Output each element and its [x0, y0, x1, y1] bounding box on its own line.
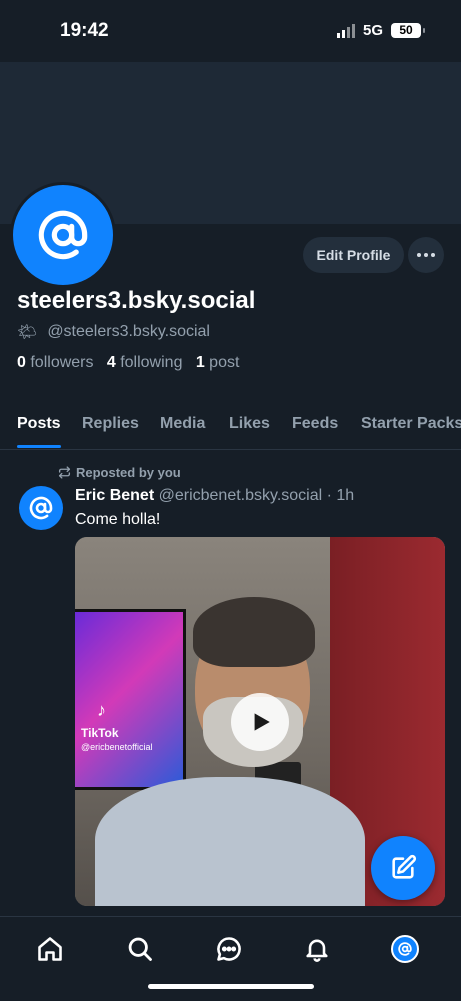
home-icon — [38, 937, 62, 961]
post-time[interactable]: 1h — [336, 487, 354, 504]
post-author-handle[interactable]: @ericbenet.bsky.social — [159, 487, 323, 504]
more-options-button[interactable] — [408, 237, 444, 273]
tiktok-brand: TikTok — [81, 726, 119, 740]
tiktok-logo-icon: ♪ — [97, 700, 106, 720]
ellipsis-icon — [417, 253, 421, 257]
nav-profile[interactable] — [387, 931, 423, 967]
posts-count-item: 1 post — [196, 354, 240, 371]
ellipsis-dot — [424, 253, 428, 257]
repost-icon — [58, 466, 71, 479]
active-tab-indicator — [17, 445, 61, 448]
edit-profile-button[interactable]: Edit Profile — [303, 237, 404, 273]
tab-replies[interactable]: Replies — [82, 415, 139, 433]
tab-likes[interactable]: Likes — [229, 415, 270, 433]
post-header: Eric Benet @ericbenet.bsky.social · 1h — [75, 487, 354, 505]
posts-label: post — [209, 354, 240, 371]
profile-handle: @steelers3.bsky.social — [47, 323, 210, 340]
profile-counts: 0 followers 4 following 1 post — [17, 354, 239, 372]
network-type: 5G — [362, 22, 383, 39]
followers-link[interactable]: 0 followers — [17, 354, 94, 371]
followers-label: followers — [30, 354, 94, 371]
tab-feeds[interactable]: Feeds — [292, 415, 338, 433]
video-person-body — [95, 777, 365, 906]
following-link[interactable]: 4 following — [107, 354, 183, 371]
home-indicator — [148, 984, 314, 989]
play-icon — [254, 713, 270, 731]
profile-tabs: Posts Replies Media Likes Feeds Starter … — [0, 400, 461, 450]
video-person-cap — [193, 597, 315, 667]
posts-count: 1 — [195, 354, 205, 371]
video-tv-screen: ♪ TikTok @ericbenetofficial — [75, 609, 186, 790]
repost-label: Reposted by you — [76, 465, 181, 480]
tab-posts[interactable]: Posts — [17, 415, 61, 433]
repost-indicator[interactable]: Reposted by you — [58, 465, 181, 480]
profile-avatar[interactable] — [10, 182, 116, 288]
bell-icon — [306, 939, 328, 962]
nav-chat[interactable] — [211, 931, 247, 967]
post-author-avatar[interactable] — [19, 486, 63, 530]
signal-icon — [336, 23, 355, 38]
tiktok-handle: @ericbenetofficial — [81, 742, 153, 752]
following-count: 4 — [106, 354, 116, 371]
at-sign-icon — [398, 942, 412, 956]
at-sign-icon — [38, 210, 88, 260]
nav-search[interactable] — [122, 931, 158, 967]
post-separator: · — [326, 487, 332, 504]
tab-starter-packs[interactable]: Starter Packs — [361, 415, 461, 433]
followers-count: 0 — [17, 354, 26, 371]
weather-emoji-icon: 🌤 — [17, 324, 38, 341]
nav-notifications[interactable] — [299, 931, 335, 967]
status-bar: 19:42 5G 50 — [0, 0, 461, 62]
profile-handle-line: 🌤 @steelers3.bsky.social — [17, 322, 210, 342]
battery-icon: 50 — [391, 23, 425, 38]
following-label: following — [120, 354, 183, 371]
nav-home[interactable] — [32, 931, 68, 967]
status-indicators: 5G 50 — [336, 22, 425, 39]
profile-display-name: steelers3.bsky.social — [17, 287, 256, 314]
search-icon — [128, 937, 152, 961]
chat-icon — [217, 937, 241, 961]
ellipsis-dot — [431, 253, 435, 257]
status-time: 19:42 — [60, 20, 109, 41]
compose-icon — [392, 854, 417, 879]
at-sign-icon — [29, 496, 53, 520]
post-author-name[interactable]: Eric Benet — [75, 487, 154, 504]
profile-avatar-icon — [391, 935, 419, 963]
post-text: Come holla! — [75, 511, 161, 528]
compose-button[interactable] — [371, 836, 435, 900]
play-button[interactable] — [231, 693, 289, 751]
tab-media[interactable]: Media — [160, 415, 205, 433]
